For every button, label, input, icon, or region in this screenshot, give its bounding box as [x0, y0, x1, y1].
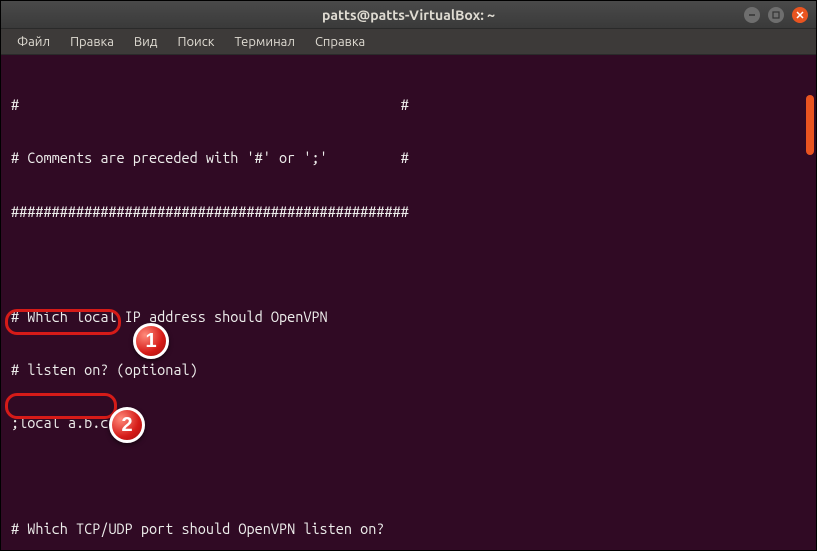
minimize-button[interactable]: [744, 7, 760, 23]
menu-terminal[interactable]: Терминал: [226, 32, 302, 52]
window-controls: [744, 7, 808, 23]
menu-view[interactable]: Вид: [126, 32, 166, 52]
window-title: patts@patts-VirtualBox: ~: [322, 7, 495, 23]
menubar: Файл Правка Вид Поиск Терминал Справка: [1, 29, 816, 55]
maximize-button[interactable]: [768, 7, 784, 23]
close-button[interactable]: [792, 7, 808, 23]
menu-help[interactable]: Справка: [307, 32, 373, 52]
highlight-port: [5, 309, 121, 335]
annotation-badge-2: 2: [109, 407, 145, 443]
terminal-line: # Which TCP/UDP port should OpenVPN list…: [11, 520, 806, 538]
highlight-proto: [5, 393, 117, 419]
annotation-badge-1: 1: [133, 323, 169, 359]
terminal-window: patts@patts-VirtualBox: ~ Файл Правка Ви…: [0, 0, 817, 551]
terminal-line: [11, 256, 806, 273]
menu-edit[interactable]: Правка: [62, 32, 122, 52]
terminal-line: # #: [11, 96, 806, 114]
terminal-line: # listen on? (optional): [11, 361, 806, 379]
terminal-line: [11, 467, 806, 484]
menu-file[interactable]: Файл: [9, 32, 58, 52]
menu-search[interactable]: Поиск: [169, 32, 222, 52]
terminal-content[interactable]: # # # Comments are preceded with '#' or …: [1, 55, 816, 550]
scrollbar-thumb[interactable]: [806, 95, 814, 155]
terminal-line: ########################################…: [11, 203, 806, 221]
terminal-line: # Comments are preceded with '#' or ';' …: [11, 149, 806, 167]
titlebar: patts@patts-VirtualBox: ~: [1, 1, 816, 29]
terminal-line: # Which local IP address should OpenVPN: [11, 308, 806, 326]
